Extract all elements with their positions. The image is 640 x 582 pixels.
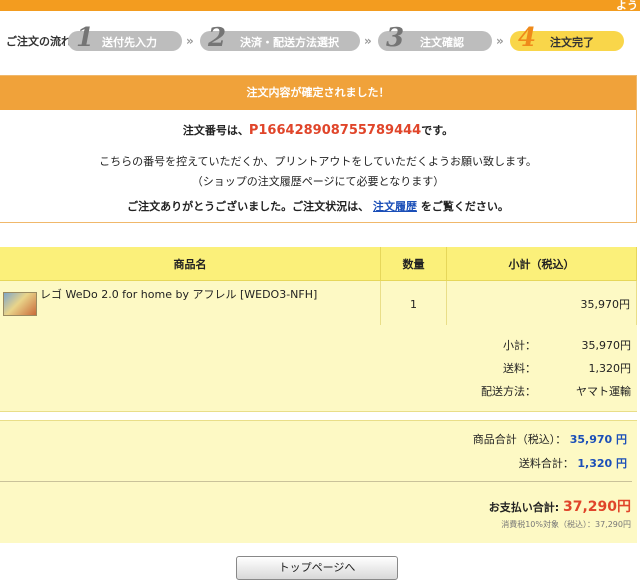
flow-label: ご注文の流れ: xyxy=(6,35,77,48)
col-header-name: 商品名 xyxy=(0,247,381,281)
shipping-total: 送料合計： 1,320 円 xyxy=(519,455,627,471)
col-header-qty: 数量 xyxy=(380,247,447,281)
table-row: レゴ WeDo 2.0 for home by アフレル [WEDO3-NFH]… xyxy=(0,280,637,328)
product-cell: レゴ WeDo 2.0 for home by アフレル [WEDO3-NFH] xyxy=(0,280,381,328)
goods-total-value: 35,970 円 xyxy=(569,433,627,446)
history-note: （ショップの注文履歴ページにて必要となります） xyxy=(191,175,445,188)
thanks-prefix: ご注文ありがとうございました。ご注文状況は、 xyxy=(127,200,370,213)
flow-step-3: 3 注文確認 xyxy=(378,23,492,53)
product-thumbnail[interactable] xyxy=(3,292,37,316)
flow-step-1: 1 送付先入力 xyxy=(68,23,182,53)
col-header-subtotal: 小計（税込） xyxy=(446,247,637,281)
summary-shipping-value: 1,320円 xyxy=(588,362,632,375)
step-label: 決済・配送方法選択 xyxy=(240,36,339,49)
confirmation-title: 注文内容が確定されました！ xyxy=(0,76,636,110)
step-number: 3 xyxy=(386,23,405,53)
flow-separator: » xyxy=(186,34,194,48)
product-subtotal: 35,970円 xyxy=(446,280,637,328)
flow-separator: » xyxy=(364,34,372,48)
flow-step-4-active: 4 注文完了 xyxy=(510,23,624,53)
order-number: P166428908755789444 xyxy=(248,123,422,138)
summary-method-value: ヤマト運輸 xyxy=(576,385,631,398)
step-number: 2 xyxy=(208,23,227,53)
step-label: 注文確認 xyxy=(420,36,464,49)
payment-total-label: お支払い合計: xyxy=(488,501,560,514)
flow-separator: » xyxy=(496,34,504,48)
product-qty: 1 xyxy=(380,280,447,328)
step-label: 注文完了 xyxy=(550,36,594,49)
save-number-message: こちらの番号を控えていただくか、プリントアウトをしていただくようお願い致します。 xyxy=(99,155,537,168)
order-suffix: です。 xyxy=(421,124,454,137)
shipping-total-value: 1,320 円 xyxy=(577,457,627,470)
order-flow: ご注文の流れ: 1 送付先入力 » 2 決済・配送方法選択 » 3 注文確認 »… xyxy=(0,23,640,56)
tax-note: 消費税10%対象（税込）：37,290円 xyxy=(501,520,631,529)
shipping-total-label: 送料合計： xyxy=(518,457,574,470)
summary-subtotal-label: 小計： xyxy=(503,339,536,352)
step-number: 1 xyxy=(76,23,95,53)
step-label: 送付先入力 xyxy=(102,36,157,49)
summary-method-label: 配送方法： xyxy=(481,385,536,398)
step-number: 4 xyxy=(518,23,537,53)
top-bar: よう xyxy=(0,0,640,12)
thanks-suffix: をご覧ください。 xyxy=(420,200,509,213)
totals-divider xyxy=(0,481,632,482)
payment-total: お支払い合計: 37,290円 xyxy=(489,496,631,516)
items-table: 商品名 数量 小計（税込） レゴ WeDo 2.0 for home by アフ… xyxy=(0,247,637,328)
top-page-button[interactable]: トップページへ xyxy=(236,556,398,580)
order-prefix: 注文番号は、 xyxy=(182,124,249,137)
payment-total-value: 37,290円 xyxy=(562,499,631,515)
product-name[interactable]: レゴ WeDo 2.0 for home by アフレル [WEDO3-NFH] xyxy=(40,286,317,302)
confirmation-box: 注文内容が確定されました！ 注文番号は、P166428908755789444で… xyxy=(0,75,637,223)
goods-total: 商品合計（税込）： 35,970 円 xyxy=(473,431,627,447)
totals-box: 商品合計（税込）： 35,970 円 送料合計： 1,320 円 お支払い合計:… xyxy=(0,420,637,543)
header-corner-text: よう xyxy=(616,0,638,12)
goods-total-label: 商品合計（税込）： xyxy=(472,433,567,446)
thanks-message: ご注文ありがとうございました。ご注文状況は、 注文履歴 をご覧ください。 xyxy=(0,198,636,214)
summary-shipping-label: 送料： xyxy=(503,362,536,375)
summary-subtotal-value: 35,970円 xyxy=(581,339,632,352)
order-history-link[interactable]: 注文履歴 xyxy=(373,200,417,213)
flow-step-2: 2 決済・配送方法選択 xyxy=(200,23,360,53)
summary-box: 小計： 35,970円 送料： 1,320円 配送方法： ヤマト運輸 xyxy=(0,325,637,412)
order-number-line: 注文番号は、P166428908755789444です。 xyxy=(0,122,636,138)
